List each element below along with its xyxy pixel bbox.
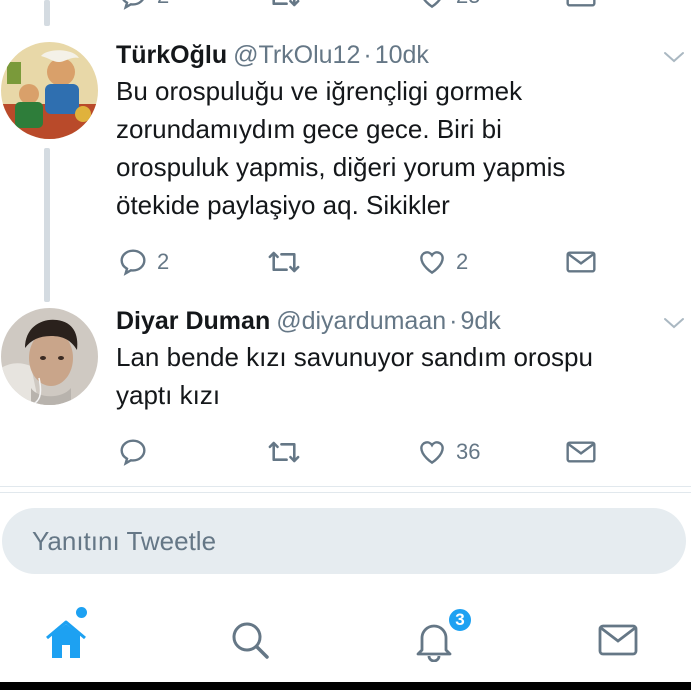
bottom-tab-bar	[0, 596, 691, 680]
like-button[interactable]: 36	[416, 434, 480, 470]
retweet-button[interactable]	[266, 434, 310, 470]
avatar-photo	[1, 308, 98, 405]
reply-icon	[122, 0, 144, 10]
tweet-menu-button[interactable]	[661, 314, 687, 332]
share-button[interactable]	[565, 0, 597, 14]
timestamp: 10dk	[374, 41, 429, 69]
tab-messages[interactable]	[588, 612, 648, 668]
user-handle[interactable]: @diyardumaan	[276, 307, 446, 335]
reply-button[interactable]: 2	[117, 244, 169, 280]
tweet[interactable]: TürkOğlu @TrkOlu12 · 10dk Bu orospuluğu ve …	[0, 40, 691, 290]
thread-line-top	[44, 0, 50, 26]
chevron-down-icon	[664, 52, 684, 63]
bottom-strip	[0, 682, 691, 690]
tweet-actions: 2 2	[0, 244, 691, 280]
reply-count: 2	[157, 249, 170, 274]
tweet-header: Diyar Duman @diyardumaan · 9dk	[116, 306, 501, 336]
home-icon	[46, 620, 86, 658]
messages-icon	[598, 624, 638, 656]
like-count: 2	[456, 249, 469, 274]
reply-button[interactable]: 2	[117, 0, 169, 14]
envelope-icon	[566, 251, 596, 273]
user-handle[interactable]: @TrkOlu12	[233, 41, 360, 69]
reply-count: 2	[157, 0, 169, 9]
retweet-button[interactable]	[266, 0, 302, 14]
tweet[interactable]: Diyar Duman @diyardumaan · 9dk Lan bende kı…	[0, 306, 691, 486]
tweet-actions: 36	[0, 434, 691, 470]
heart-icon	[420, 251, 444, 275]
tab-home[interactable]	[36, 612, 96, 668]
divider	[0, 492, 691, 493]
heart-icon	[420, 441, 444, 465]
avatar[interactable]	[1, 42, 98, 139]
reply-box[interactable]	[2, 508, 686, 574]
display-name[interactable]: Diyar Duman	[116, 307, 270, 335]
display-name[interactable]: TürkOğlu	[116, 41, 227, 69]
like-count: 36	[456, 439, 481, 464]
like-button[interactable]: 2	[416, 244, 468, 280]
heart-icon	[423, 0, 441, 9]
reply-icon	[120, 249, 146, 276]
reply-button[interactable]	[117, 434, 157, 470]
avatar[interactable]	[1, 308, 98, 405]
tweet-text: Lan bende kızı savunuyor sandım orospu y…	[116, 342, 593, 410]
home-unread-dot	[76, 607, 87, 618]
envelope-icon	[566, 441, 596, 463]
avatar-illustration	[1, 42, 98, 139]
retweet-icon	[268, 441, 300, 463]
envelope-icon	[566, 0, 596, 7]
separator-dot: ·	[363, 41, 372, 69]
tweet-menu-button[interactable]	[661, 48, 687, 66]
separator-dot: ·	[449, 307, 458, 335]
timestamp: 9dk	[460, 307, 501, 335]
chevron-down-icon	[664, 318, 684, 329]
notification-badge: 3	[447, 607, 473, 633]
reply-input[interactable]	[2, 508, 686, 574]
retweet-button[interactable]	[266, 244, 310, 280]
tweet-text: Bu orospuluğu ve iğrençligi gormek zorun…	[116, 76, 566, 220]
reply-icon	[120, 439, 146, 466]
like-count: 25	[456, 0, 480, 9]
retweet-icon	[272, 0, 300, 7]
like-button[interactable]: 25	[416, 0, 480, 14]
tweet-header: TürkOğlu @TrkOlu12 · 10dk	[116, 40, 429, 70]
share-button[interactable]	[565, 434, 597, 470]
tab-search[interactable]	[220, 612, 280, 668]
share-button[interactable]	[565, 244, 597, 280]
divider	[0, 486, 691, 487]
retweet-icon	[268, 251, 300, 273]
search-icon	[232, 622, 269, 659]
previous-tweet-actions: 2 25	[0, 0, 691, 14]
